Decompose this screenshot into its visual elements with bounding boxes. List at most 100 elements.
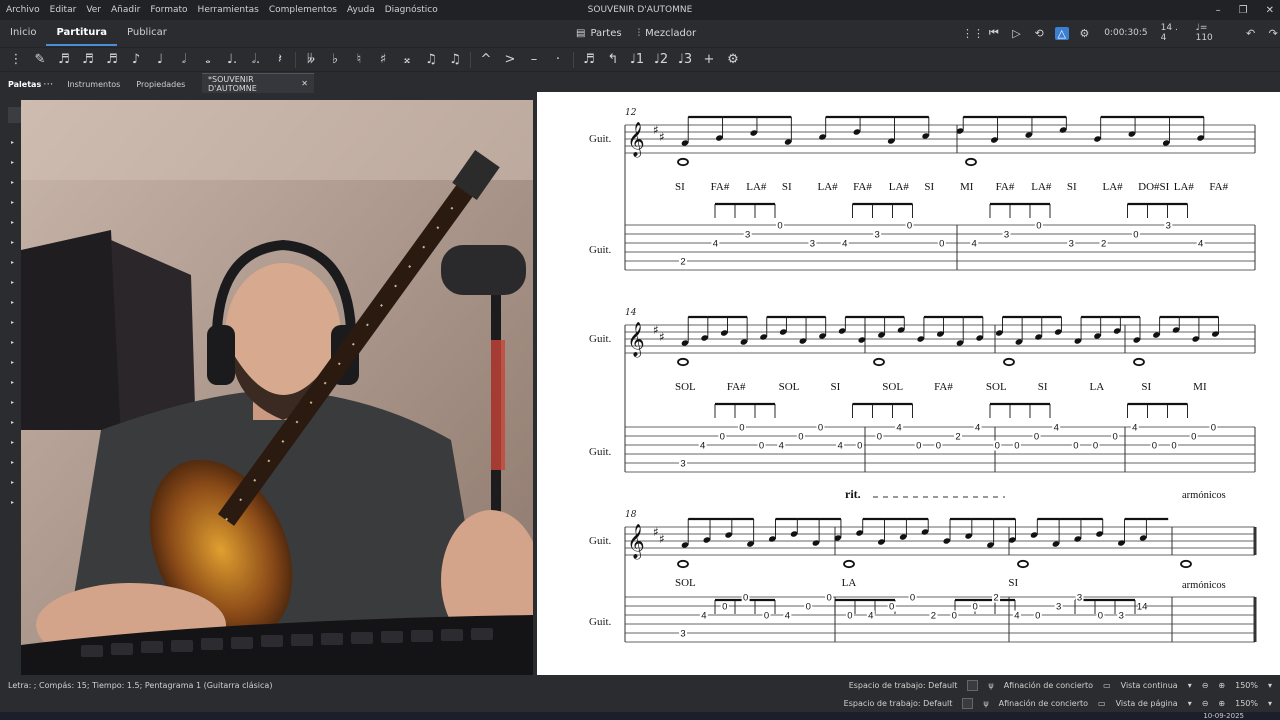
- sixteenth-note-icon[interactable]: ♬: [100, 52, 124, 67]
- workspace-label[interactable]: Espacio de trabajo: Default: [849, 681, 958, 690]
- marcato-icon[interactable]: ^: [474, 52, 498, 67]
- menu-formato[interactable]: Formato: [145, 5, 192, 15]
- tab-publicar[interactable]: Publicar: [117, 20, 177, 46]
- expand-arrow-icon[interactable]: ▸: [11, 219, 14, 226]
- expand-arrow-icon[interactable]: ▸: [11, 319, 14, 326]
- tuplet-icon[interactable]: ♬: [577, 52, 601, 67]
- palette-search-field[interactable]: [8, 107, 21, 123]
- tab-inicio[interactable]: Inicio: [0, 20, 46, 46]
- view-mode-select[interactable]: Vista continua: [1121, 681, 1178, 690]
- slur-icon[interactable]: ♫: [443, 52, 467, 67]
- workspace-label[interactable]: Espacio de trabajo: Default: [844, 699, 953, 708]
- play-icon[interactable]: ▷: [1010, 27, 1024, 40]
- menu-diagnostico[interactable]: Diagnóstico: [380, 5, 443, 15]
- expand-arrow-icon[interactable]: ▸: [11, 419, 14, 426]
- score-canvas[interactable]: 12 Guit. Guit. 𝄞 ♯ ♯ SI FA# LA# SI LA# FA# LA# SI MI FA…: [537, 92, 1280, 675]
- expand-arrow-icon[interactable]: ▸: [11, 459, 14, 466]
- note-input-pen-icon[interactable]: ✎: [28, 52, 52, 67]
- half-note-icon[interactable]: 𝅗𝅥: [172, 52, 196, 67]
- tenuto-icon[interactable]: –: [522, 52, 546, 67]
- expand-arrow-icon[interactable]: ▸: [11, 499, 14, 506]
- drag-handle-icon[interactable]: ⋮⋮: [962, 27, 984, 40]
- expand-arrow-icon[interactable]: ▸: [11, 359, 14, 366]
- metronome-icon[interactable]: △: [1054, 26, 1069, 40]
- parts-button[interactable]: ▤ Partes: [576, 28, 622, 39]
- expand-arrow-icon[interactable]: ▸: [11, 179, 14, 186]
- menu-complementos[interactable]: Complementos: [264, 5, 342, 15]
- expand-arrow-icon[interactable]: ▸: [11, 279, 14, 286]
- expand-arrow-icon[interactable]: ▸: [11, 139, 14, 146]
- expand-arrow-icon[interactable]: ▸: [11, 439, 14, 446]
- flat-icon[interactable]: ♭: [323, 52, 347, 67]
- add-icon[interactable]: +: [697, 52, 721, 67]
- flip-direction-icon[interactable]: ↰: [601, 52, 625, 67]
- redo-icon[interactable]: ↷: [1266, 27, 1280, 40]
- sixtyfourth-note-icon[interactable]: ♬: [52, 52, 76, 67]
- menu-ver[interactable]: Ver: [81, 5, 106, 15]
- view-mode-select[interactable]: Vista de página: [1116, 699, 1178, 708]
- chevron-down-icon[interactable]: ▾: [1188, 681, 1192, 690]
- tab-palettes[interactable]: Paletas: [0, 80, 49, 89]
- concert-pitch-label[interactable]: Afinación de concierto: [999, 699, 1088, 708]
- toolbar-settings-icon[interactable]: ⚙: [721, 52, 745, 67]
- palettes-more-icon[interactable]: ⋯: [43, 79, 53, 90]
- voice-3-icon[interactable]: ♩3: [673, 52, 697, 67]
- expand-arrow-icon[interactable]: ▸: [11, 199, 14, 206]
- menu-herramientas[interactable]: Herramientas: [193, 5, 264, 15]
- score-sheet[interactable]: 12Guit.Guit.𝄞 ♯ ♯SI FA# LA# SI LA# FA# LA# SI MI FA…: [537, 92, 1280, 675]
- accent-icon[interactable]: >: [498, 52, 522, 67]
- concert-pitch-label[interactable]: Afinación de concierto: [1004, 681, 1093, 690]
- natural-icon[interactable]: ♮: [347, 52, 371, 67]
- zoom-out-icon[interactable]: ⊖: [1202, 681, 1209, 690]
- tie-icon[interactable]: ♫: [419, 52, 443, 67]
- menu-anadir[interactable]: Añadir: [106, 5, 145, 15]
- expand-arrow-icon[interactable]: ▸: [11, 379, 14, 386]
- maximize-button[interactable]: ❐: [1239, 5, 1248, 16]
- whole-note-icon[interactable]: 𝅝: [196, 52, 220, 67]
- tab-properties[interactable]: Propiedades: [128, 80, 193, 89]
- eighth-note-icon[interactable]: ♪: [124, 52, 148, 67]
- expand-arrow-icon[interactable]: ▸: [11, 339, 14, 346]
- menu-archivo[interactable]: Archivo: [0, 5, 45, 15]
- staccato-icon[interactable]: ·: [546, 52, 570, 67]
- menu-editar[interactable]: Editar: [45, 5, 82, 15]
- playback-settings-icon[interactable]: ⚙: [1078, 27, 1092, 40]
- tab-partitura[interactable]: Partitura: [46, 20, 117, 46]
- double-dot-icon[interactable]: 𝅗𝅥.: [244, 52, 268, 67]
- thirtysecond-note-icon[interactable]: ♬: [76, 52, 100, 67]
- menu-ayuda[interactable]: Ayuda: [342, 5, 380, 15]
- expand-arrow-icon[interactable]: ▸: [11, 299, 14, 306]
- expand-arrow-icon[interactable]: ▸: [11, 399, 14, 406]
- loop-icon[interactable]: ⟲: [1032, 27, 1046, 40]
- chevron-down-icon[interactable]: ▾: [1188, 699, 1192, 708]
- chevron-down-icon[interactable]: ▾: [1268, 699, 1272, 708]
- quarter-note-icon[interactable]: ♩: [148, 52, 172, 67]
- double-flat-icon[interactable]: 𝄫: [299, 52, 323, 67]
- zoom-in-icon[interactable]: ⊕: [1218, 681, 1225, 690]
- undo-icon[interactable]: ↶: [1244, 27, 1258, 40]
- expand-arrow-icon[interactable]: ▸: [11, 239, 14, 246]
- concert-pitch-checkbox[interactable]: [967, 679, 979, 691]
- expand-arrow-icon[interactable]: ▸: [11, 259, 14, 266]
- zoom-level[interactable]: 150%: [1235, 699, 1258, 708]
- minimize-button[interactable]: –: [1216, 5, 1221, 16]
- concert-pitch-checkbox[interactable]: [962, 698, 974, 709]
- zoom-level[interactable]: 150%: [1235, 681, 1258, 690]
- chevron-down-icon[interactable]: ▾: [1268, 681, 1272, 690]
- rest-icon[interactable]: 𝄽: [268, 52, 292, 67]
- voice-2-icon[interactable]: ♩2: [649, 52, 673, 67]
- sharp-icon[interactable]: ♯: [371, 52, 395, 67]
- toolbar-handle-icon[interactable]: ⋮: [4, 52, 28, 67]
- dot-icon[interactable]: ♩.: [220, 52, 244, 67]
- mixer-button[interactable]: ⫶ Mezclador: [638, 28, 697, 39]
- zoom-in-icon[interactable]: ⊕: [1218, 699, 1225, 708]
- double-sharp-icon[interactable]: 𝄪: [395, 52, 419, 67]
- voice-1-icon[interactable]: ♩1: [625, 52, 649, 67]
- rewind-icon[interactable]: ⏮: [987, 26, 1001, 40]
- expand-arrow-icon[interactable]: ▸: [11, 159, 14, 166]
- document-tab[interactable]: *SOUVENIR D'AUTOMNE ✕: [202, 73, 314, 93]
- close-tab-icon[interactable]: ✕: [301, 79, 308, 88]
- close-button[interactable]: ✕: [1266, 5, 1274, 16]
- tab-instruments[interactable]: Instrumentos: [59, 80, 128, 89]
- zoom-out-icon[interactable]: ⊖: [1202, 699, 1209, 708]
